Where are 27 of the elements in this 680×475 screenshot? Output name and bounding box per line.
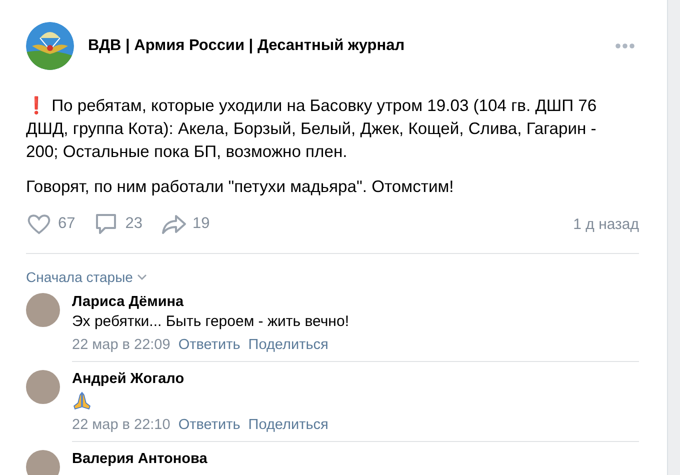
comment-count[interactable]: 23	[125, 215, 142, 233]
group-name[interactable]: ВДВ | Армия России | Десантный журнал	[88, 37, 601, 55]
post-text: ❗ По ребятам, которые уходили на Басовку утром 19.03 (104 гв. ДШП 76 ДШД, группа Кота): Акела, Борзый, Белый, Джек, Кощей, Слива, Гагарин - 200; Остальные пока БП, возможно плен.	[26, 95, 598, 163]
reply-link[interactable]: Ответить	[178, 414, 240, 436]
user-avatar[interactable]	[26, 450, 60, 475]
user-avatar[interactable]	[26, 293, 60, 327]
emblem-avatar[interactable]	[26, 22, 74, 70]
post-text: Говорят, по ним работали "петухи мадьяра". Отомстим!	[26, 176, 455, 198]
praying-hands-icon	[72, 391, 92, 411]
comment-author[interactable]: Андрей Жогало	[72, 370, 184, 388]
reply-link[interactable]: Ответить	[178, 334, 240, 356]
share-arrow-icon	[160, 212, 186, 236]
chevron-down-icon[interactable]	[136, 274, 147, 280]
share-count[interactable]: 19	[192, 215, 210, 233]
heart-icon	[26, 212, 52, 236]
comment-date: 22 мар в 22:09	[72, 336, 170, 355]
share-link[interactable]: Поделиться	[248, 334, 328, 356]
comment-date: 22 мар в 22:10	[72, 416, 170, 435]
comment-text: Эх ребятки... Быть героем - жить вечно!	[72, 312, 349, 332]
user-avatar[interactable]	[26, 370, 60, 404]
like-count[interactable]: 67	[58, 215, 76, 233]
post-time[interactable]: 1 д назад	[573, 216, 639, 232]
comment-author[interactable]: Валерия Антонова	[72, 450, 208, 468]
sort-order-link[interactable]: Сначала старые	[26, 269, 133, 285]
share-link[interactable]: Поделиться	[248, 414, 328, 436]
more-options-icon[interactable]	[615, 43, 635, 49]
comment-author[interactable]: Лариса Дёмина	[72, 293, 184, 311]
